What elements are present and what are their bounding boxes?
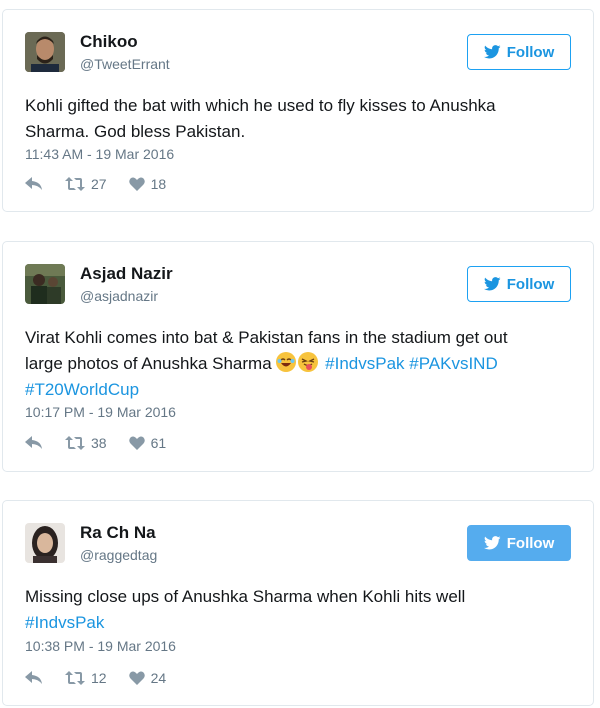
retweet-icon xyxy=(65,436,85,450)
heart-icon xyxy=(128,177,145,191)
retweet-button[interactable]: 27 xyxy=(65,176,107,192)
tweet-timestamp[interactable]: 10:17 PM - 19 Mar 2016 xyxy=(25,404,176,420)
retweet-button[interactable]: 38 xyxy=(65,435,107,451)
avatar[interactable] xyxy=(25,32,65,72)
retweet-count: 38 xyxy=(91,435,107,451)
like-button[interactable]: 24 xyxy=(128,670,167,686)
like-button[interactable]: 61 xyxy=(128,435,167,451)
tweet-card: Ra Ch Na @raggedtag Follow Missing close… xyxy=(2,500,594,706)
twitter-bird-icon xyxy=(483,277,501,291)
tweet-text: Missing close ups of Anushka Sharma when… xyxy=(25,584,571,636)
reply-button[interactable] xyxy=(25,177,43,191)
twitter-bird-icon xyxy=(483,45,501,59)
like-count: 18 xyxy=(150,176,167,192)
tweet-text-line: Missing close ups of Anushka Sharma when… xyxy=(25,587,466,606)
like-count: 24 xyxy=(150,670,167,686)
tweet-actions: 38 61 xyxy=(25,435,188,451)
tongue-emoji-icon xyxy=(298,352,319,372)
hashtag-link[interactable]: #T20WorldCup xyxy=(25,377,571,403)
tweet-card: Asjad Nazir @asjadnazir Follow Virat Koh… xyxy=(2,241,594,472)
heart-icon xyxy=(128,436,145,450)
follow-label: Follow xyxy=(506,275,555,293)
retweet-button[interactable]: 12 xyxy=(65,670,107,686)
tweet-card: Chikoo @TweetErrant Follow Kohli gifted … xyxy=(2,9,594,212)
user-name[interactable]: Ra Ch Na xyxy=(80,523,156,543)
twitter-bird-icon xyxy=(483,536,501,550)
like-button[interactable]: 18 xyxy=(128,176,167,192)
follow-button[interactable]: Follow xyxy=(467,525,571,561)
tweet-text: Virat Kohli comes into bat & Pakistan fa… xyxy=(25,325,571,403)
tweet-timestamp[interactable]: 11:43 AM - 19 Mar 2016 xyxy=(25,146,174,162)
tweet-text-line: large photos of Anushka Sharma #IndvsPak… xyxy=(25,351,571,377)
follow-button[interactable]: Follow xyxy=(467,266,571,302)
hashtag-link[interactable]: #IndvsPak xyxy=(25,610,571,636)
retweet-count: 27 xyxy=(91,176,107,192)
retweet-count: 12 xyxy=(91,670,107,686)
follow-label: Follow xyxy=(506,43,555,61)
reply-icon xyxy=(25,177,42,190)
reply-button[interactable] xyxy=(25,436,43,450)
like-count: 61 xyxy=(150,435,167,451)
heart-icon xyxy=(128,671,145,685)
laughing-emoji-icon xyxy=(276,352,297,372)
tweet-text-line: Virat Kohli comes into bat & Pakistan fa… xyxy=(25,328,508,347)
retweet-icon xyxy=(65,671,85,685)
tweet-text-fragment: large photos of Anushka Sharma xyxy=(25,354,272,373)
avatar[interactable] xyxy=(25,264,65,304)
follow-button[interactable]: Follow xyxy=(467,34,571,70)
retweet-icon xyxy=(65,177,85,191)
user-handle[interactable]: @raggedtag xyxy=(80,547,157,564)
user-handle[interactable]: @asjadnazir xyxy=(80,288,158,305)
reply-icon xyxy=(25,671,42,684)
reply-button[interactable] xyxy=(25,671,43,685)
reply-icon xyxy=(25,436,42,449)
hashtag-link[interactable]: #IndvsPak #PAKvsIND xyxy=(325,354,498,373)
user-name[interactable]: Asjad Nazir xyxy=(80,264,173,284)
user-handle[interactable]: @TweetErrant xyxy=(80,56,170,73)
avatar[interactable] xyxy=(25,523,65,563)
user-name[interactable]: Chikoo xyxy=(80,32,138,52)
follow-label: Follow xyxy=(506,534,555,552)
tweet-actions: 12 24 xyxy=(25,670,188,686)
tweet-actions: 27 18 xyxy=(25,176,188,192)
tweet-timestamp[interactable]: 10:38 PM - 19 Mar 2016 xyxy=(25,638,176,654)
tweet-text: Kohli gifted the bat with which he used … xyxy=(25,96,496,141)
